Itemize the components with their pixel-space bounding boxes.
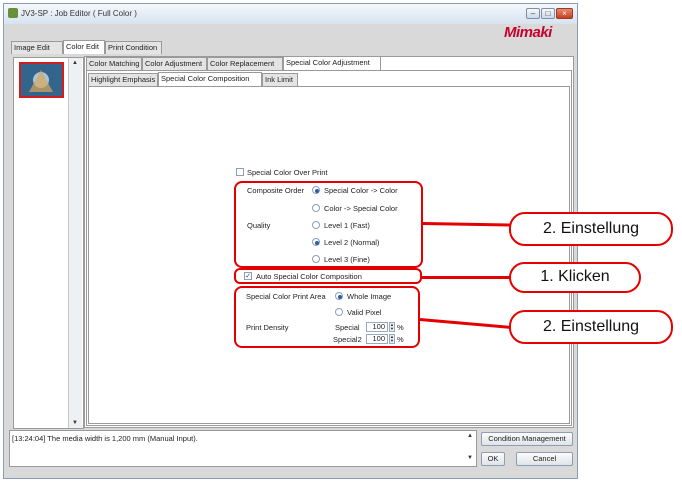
tab-print-condition[interactable]: Print Condition [105, 41, 162, 54]
tab-color-replacement[interactable]: Color Replacement [207, 57, 283, 70]
over-print-checkbox[interactable] [236, 168, 244, 176]
tab-color-adjustment[interactable]: Color Adjustment [142, 57, 207, 70]
tab-special-color-adjustment[interactable]: Special Color Adjustment [283, 56, 381, 70]
maximize-button[interactable]: □ [541, 8, 555, 19]
tab-special-color-composition[interactable]: Special Color Composition [158, 72, 262, 86]
condition-management-button[interactable]: Condition Management [481, 432, 573, 446]
image-thumbnail[interactable] [19, 62, 64, 98]
tab-color-edit[interactable]: Color Edit [63, 40, 105, 54]
app-icon [8, 8, 18, 18]
scroll-up-icon[interactable]: ▲ [69, 60, 81, 66]
log-message: [13:24:04] The media width is 1,200 mm (… [12, 434, 198, 443]
thumbnail-image [21, 64, 62, 96]
callout-einstellung-1: 2. Einstellung [509, 212, 673, 246]
callout-einstellung-2: 2. Einstellung [509, 310, 673, 344]
tab-highlight-emphasis[interactable]: Highlight Emphasis [88, 73, 158, 86]
annotation-line-2 [422, 276, 513, 279]
minimize-button[interactable]: – [526, 8, 540, 19]
tab-color-matching[interactable]: Color Matching [86, 57, 142, 70]
annotation-box-print-area [234, 286, 420, 348]
log-scroll-down-icon[interactable]: ▼ [464, 455, 476, 461]
over-print-label: Special Color Over Print [247, 168, 328, 177]
ok-button[interactable]: OK [481, 452, 505, 466]
thumbnail-scrollbar[interactable]: ▲ ▼ [68, 58, 82, 428]
tab-ink-limit[interactable]: Ink Limit [262, 73, 298, 86]
scroll-down-icon[interactable]: ▼ [69, 420, 81, 426]
log-scroll-up-icon[interactable]: ▲ [464, 433, 476, 439]
callout-klicken: 1. Klicken [509, 262, 641, 293]
close-button[interactable]: × [556, 8, 573, 19]
title-bar: JV3-SP : Job Editor ( Full Color ) – □ × [4, 4, 577, 24]
mimaki-logo: Mimaki [504, 24, 552, 41]
message-log: [13:24:04] The media width is 1,200 mm (… [9, 430, 477, 467]
cancel-button[interactable]: Cancel [516, 452, 573, 466]
window-title: JV3-SP : Job Editor ( Full Color ) [21, 9, 137, 18]
annotation-box-composite-quality [234, 181, 423, 268]
tab-image-edit[interactable]: Image Edit [11, 41, 63, 54]
annotation-box-auto-composition [234, 268, 422, 284]
